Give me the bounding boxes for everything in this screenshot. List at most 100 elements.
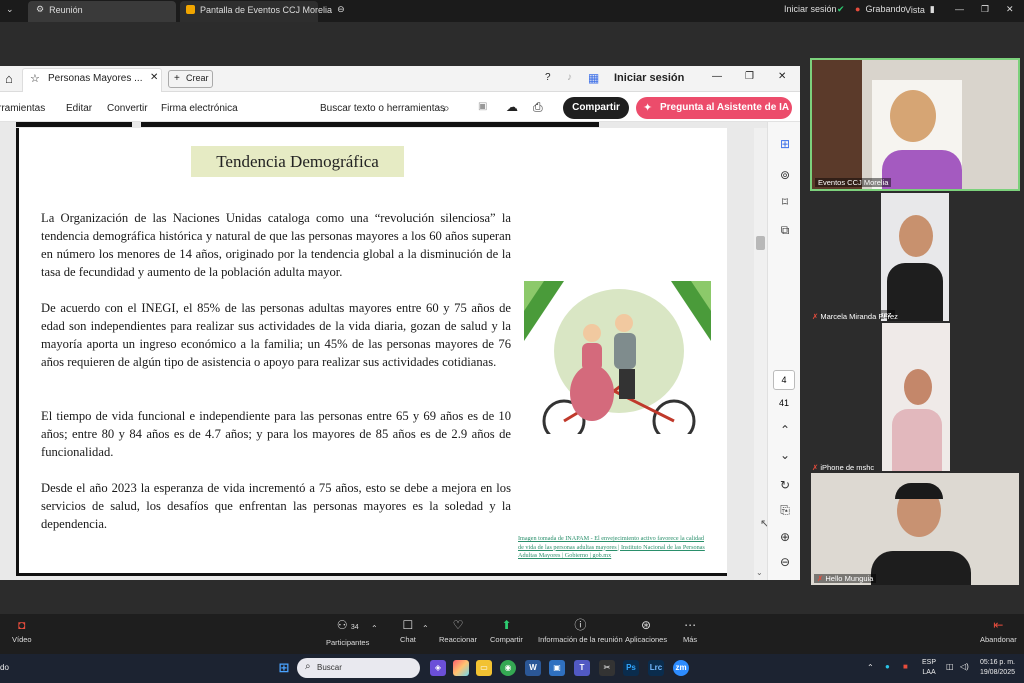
participant-name: Eventos CCJ Morelia <box>815 178 892 187</box>
copilot-icon[interactable]: ◈ <box>430 660 446 676</box>
video-tile-speaker[interactable]: Eventos CCJ Morelia <box>810 58 1020 191</box>
more-button[interactable]: ⋯ Más <box>683 618 697 644</box>
search-tools[interactable]: Buscar texto o herramientas <box>320 103 445 114</box>
participants-button[interactable]: ⚇ 34 Participantes <box>326 618 369 647</box>
window-minimize-icon[interactable]: — <box>712 71 722 82</box>
caret-up-icon: ⌃ <box>371 624 378 633</box>
comment-icon[interactable]: ⊚ <box>777 167 793 183</box>
mic-muted-icon: ✗ <box>812 463 819 472</box>
upload-cloud-icon[interactable]: ☁ <box>506 100 518 114</box>
chevron-down-icon[interactable]: ⌄ <box>6 4 14 15</box>
window-restore-icon[interactable]: ❐ <box>745 71 754 82</box>
chevron-up-icon[interactable]: ⌃ <box>777 422 793 438</box>
scroll-down-icon[interactable]: ⌄ <box>756 568 763 577</box>
paragraph-4: Desde el año 2023 la esperanza de vida i… <box>41 481 511 531</box>
zoom-title-bar: ⌄ ⚙ Reunión Pantalla de Eventos CCJ More… <box>0 0 1024 22</box>
person-body <box>871 551 971 585</box>
leave-button[interactable]: ⇤ Abandonar <box>980 618 1017 644</box>
zoom-in-icon[interactable]: ⊕ <box>777 529 793 545</box>
apps-icon: ⊛ <box>641 618 652 632</box>
photoshop-icon[interactable]: Ps <box>623 660 639 676</box>
tray-app-icon[interactable]: ■ <box>903 662 908 671</box>
word-icon[interactable]: W <box>525 660 541 676</box>
person-face <box>904 369 932 405</box>
bookmark-icon[interactable]: ⌑ <box>777 194 793 210</box>
tab-more-icon[interactable]: ⊖ <box>337 4 345 15</box>
apps-button[interactable]: ⊛ Aplicaciones <box>625 618 667 644</box>
recording-label: Grabando <box>865 4 906 14</box>
volume-icon[interactable]: ◁) <box>960 662 969 671</box>
video-button[interactable]: ◘ Vídeo <box>12 618 32 644</box>
star-icon[interactable]: ☆ <box>30 72 40 85</box>
language-code: ESP <box>922 659 937 666</box>
share-button[interactable]: Compartir <box>563 97 629 119</box>
onedrive-icon[interactable]: ● <box>885 662 890 671</box>
chat-button[interactable]: ☐ Chat <box>400 618 416 644</box>
refresh-icon[interactable]: ↻ <box>777 477 793 493</box>
save-icon[interactable]: ▣ <box>478 101 487 112</box>
chevron-down-icon[interactable]: ⌄ <box>777 447 793 463</box>
person-body <box>892 409 942 471</box>
help-icon[interactable]: ? <box>545 72 551 83</box>
bell-icon[interactable]: ♪ <box>567 72 572 83</box>
capcut-icon[interactable]: ✂ <box>599 660 615 676</box>
menu-esign[interactable]: Firma electrónica <box>161 103 238 114</box>
image-caption-link[interactable]: Imagen tomada de INAPAM - El envejecimie… <box>518 535 710 561</box>
file-explorer-icon[interactable]: ▭ <box>476 660 492 676</box>
close-tab-icon[interactable]: ✕ <box>150 72 158 83</box>
close-icon[interactable]: ✕ <box>1006 4 1014 15</box>
chrome-icon[interactable]: ◉ <box>500 660 516 676</box>
view-button[interactable]: Vista ▮ <box>905 4 935 15</box>
paragraph-1: La Organización de las Naciones Unidas c… <box>41 211 511 279</box>
pdf-viewer-window: ⌂ ☆ Personas Mayores ... ✕ + Crear ? ♪ ▦… <box>0 66 800 580</box>
react-button[interactable]: ♡ Reaccionar <box>439 618 477 644</box>
scroll-thumb[interactable] <box>756 236 765 250</box>
ai-assistant-button[interactable]: Pregunta al Asistente de IA <box>636 97 792 119</box>
restore-icon[interactable]: ❐ <box>981 4 989 15</box>
page-number-input[interactable]: 4 <box>773 370 795 390</box>
participants-options-caret[interactable]: ⌃ <box>371 622 378 636</box>
menu-tools[interactable]: rramientas <box>0 103 45 114</box>
login-link[interactable]: Iniciar sesión <box>784 4 837 14</box>
menu-edit[interactable]: Editar <box>66 103 92 114</box>
vertical-scrollbar[interactable]: ⌄ <box>754 128 767 580</box>
video-tile-participant[interactable]: ✗ Hello Munguia <box>811 473 1019 585</box>
meeting-info-button[interactable]: ⓘ Información de la reunión <box>538 618 623 644</box>
ai-sparkle-icon: ✦ <box>643 102 653 114</box>
participants-count: 34 <box>350 624 359 631</box>
widgets-icon[interactable] <box>453 660 469 676</box>
language-indicator[interactable]: ESP LAA <box>922 658 936 678</box>
ai-summary-icon[interactable]: ⊞ <box>777 136 793 152</box>
home-icon[interactable]: ⌂ <box>5 71 13 86</box>
outlook-icon[interactable]: ▣ <box>549 660 565 676</box>
presentation-icon <box>186 5 195 14</box>
person-body <box>882 150 962 189</box>
keyboard-layout: LAA <box>922 669 936 676</box>
file-search-icon[interactable]: ⎘ <box>777 502 793 518</box>
chevron-up-icon[interactable]: ⌃ <box>867 663 874 672</box>
share-screen-icon: ⬆ <box>501 618 512 632</box>
clock[interactable]: 05:16 p. m. 19/08/2025 <box>975 658 1015 678</box>
print-icon[interactable]: ⎙ <box>533 100 543 115</box>
search-icon[interactable]: ⌕ <box>443 101 450 116</box>
taskbar-search[interactable]: ⌕ Buscar <box>297 658 420 678</box>
window-close-icon[interactable]: ✕ <box>778 71 786 82</box>
zoom-out-icon[interactable]: ⊖ <box>777 554 793 570</box>
minimize-icon[interactable]: — <box>955 4 964 14</box>
signin-link[interactable]: Iniciar sesión <box>614 72 684 84</box>
video-tile-participant[interactable]: Marcela Miranda Perez <box>881 193 949 321</box>
menu-convert[interactable]: Convertir <box>107 103 148 114</box>
person-hair <box>895 483 943 499</box>
windows-start-icon[interactable]: ⊞ <box>276 660 292 676</box>
lightroom-icon[interactable]: Lrc <box>648 660 664 676</box>
document-area: Tendencia Demográfica La Organización de… <box>0 122 800 580</box>
chat-options-caret[interactable]: ⌃ <box>422 622 429 636</box>
teams-icon[interactable]: T <box>574 660 590 676</box>
video-tile-participant[interactable] <box>882 323 950 471</box>
share-screen-button[interactable]: ⬆ Compartir <box>490 618 523 644</box>
network-icon[interactable]: ◫ <box>946 662 954 671</box>
windows-taskbar: do ⊞ ⌕ Buscar ◈ ▭ ◉ W ▣ T ✂ Ps Lrc zm ⌃ … <box>0 654 1024 683</box>
zoom-app-icon[interactable]: zm <box>673 660 689 676</box>
apps-grid-icon[interactable]: ▦ <box>588 71 599 85</box>
pages-icon[interactable]: ⧉ <box>777 222 793 238</box>
